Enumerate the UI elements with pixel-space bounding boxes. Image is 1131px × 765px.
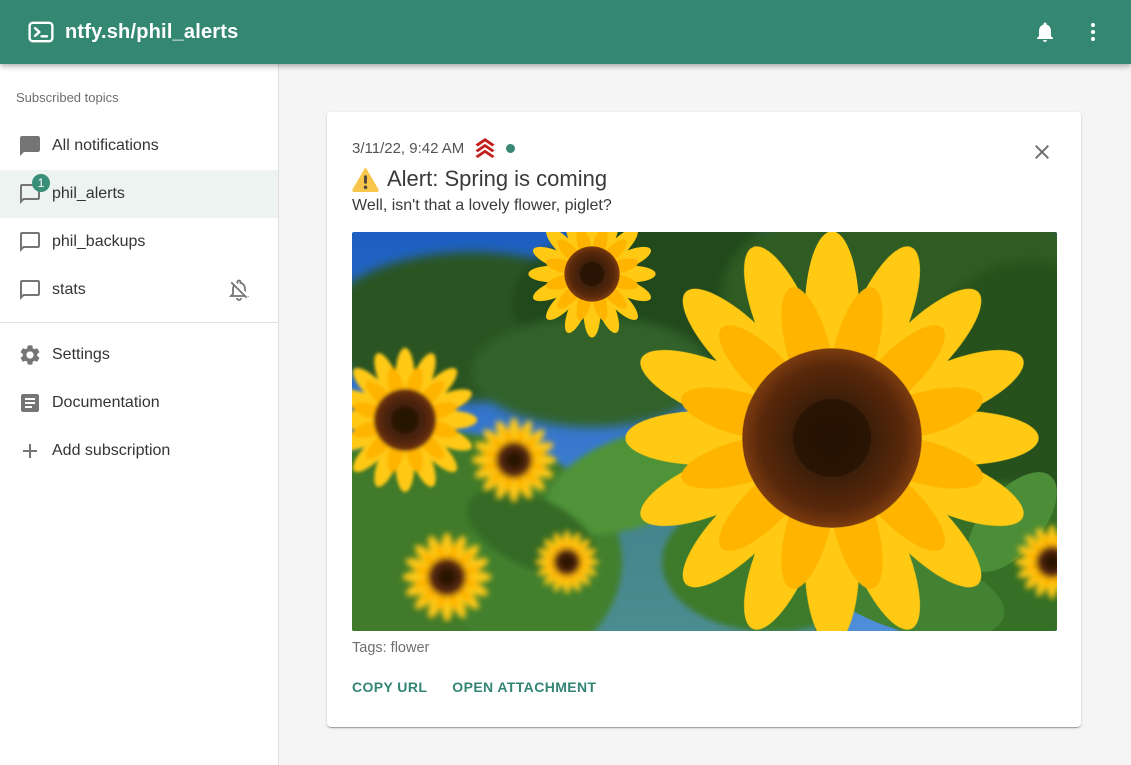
copy-url-button[interactable]: COPY URL — [352, 675, 427, 699]
warning-emoji-icon — [352, 167, 379, 192]
main-content: 3/11/22, 9:42 AM Alert: Spring is coming… — [280, 64, 1131, 765]
notifications-button[interactable] — [1023, 10, 1067, 54]
gear-icon — [18, 343, 42, 367]
sidebar-item-documentation[interactable]: Documentation — [0, 379, 278, 427]
plus-icon — [18, 439, 42, 463]
sidebar-item-label: All notifications — [52, 137, 159, 155]
bell-icon — [1033, 20, 1057, 44]
sidebar-item-label: Documentation — [52, 394, 160, 412]
app-bar: ntfy.sh/phil_alerts — [0, 0, 1131, 64]
sidebar-item-label: Settings — [52, 346, 110, 364]
sunflower-photo[interactable] — [352, 232, 1057, 631]
sidebar-item-all-notifications[interactable]: All notifications — [0, 122, 278, 170]
overflow-menu-button[interactable] — [1071, 10, 1115, 54]
priority-high-icon — [474, 138, 496, 158]
sidebar: Subscribed topics All notifications 1 ph… — [0, 64, 279, 765]
chat-outline-icon — [18, 278, 42, 302]
unread-count-badge: 1 — [32, 174, 50, 192]
page-title: ntfy.sh/phil_alerts — [65, 21, 1023, 44]
sidebar-divider — [0, 322, 278, 323]
notification-tags: Tags: flower — [352, 640, 1057, 656]
kebab-menu-icon — [1081, 20, 1105, 44]
notifications-off-icon — [227, 278, 251, 302]
sidebar-item-stats[interactable]: stats — [0, 266, 278, 314]
notification-title-row: Alert: Spring is coming — [352, 166, 1057, 192]
unread-dot — [506, 144, 515, 153]
sidebar-item-label: Add subscription — [52, 442, 170, 460]
sidebar-item-label: phil_backups — [52, 233, 145, 251]
sidebar-item-phil-backups[interactable]: phil_backups — [0, 218, 278, 266]
close-icon — [1030, 140, 1054, 164]
subscribed-topics-caption: Subscribed topics — [0, 90, 278, 105]
notification-actions: COPY URL OPEN ATTACHMENT — [352, 675, 1057, 699]
notification-message: Well, isn't that a lovely flower, piglet… — [352, 197, 1057, 215]
open-attachment-button[interactable]: OPEN ATTACHMENT — [452, 675, 596, 699]
sidebar-item-label: stats — [52, 281, 86, 299]
terminal-logo-icon — [28, 19, 54, 45]
notification-card: 3/11/22, 9:42 AM Alert: Spring is coming… — [327, 112, 1081, 727]
chat-filled-icon — [18, 134, 42, 158]
article-icon — [18, 391, 42, 415]
sidebar-item-settings[interactable]: Settings — [0, 331, 278, 379]
sidebar-item-phil-alerts[interactable]: 1 phil_alerts — [0, 170, 278, 218]
sidebar-item-label: phil_alerts — [52, 185, 125, 203]
sidebar-item-add-subscription[interactable]: Add subscription — [0, 427, 278, 475]
notification-title: Alert: Spring is coming — [387, 166, 607, 192]
chat-outline-icon — [18, 230, 42, 254]
notification-meta: 3/11/22, 9:42 AM — [352, 138, 1057, 158]
close-notification-button[interactable] — [1025, 135, 1059, 169]
notification-timestamp: 3/11/22, 9:42 AM — [352, 140, 464, 157]
